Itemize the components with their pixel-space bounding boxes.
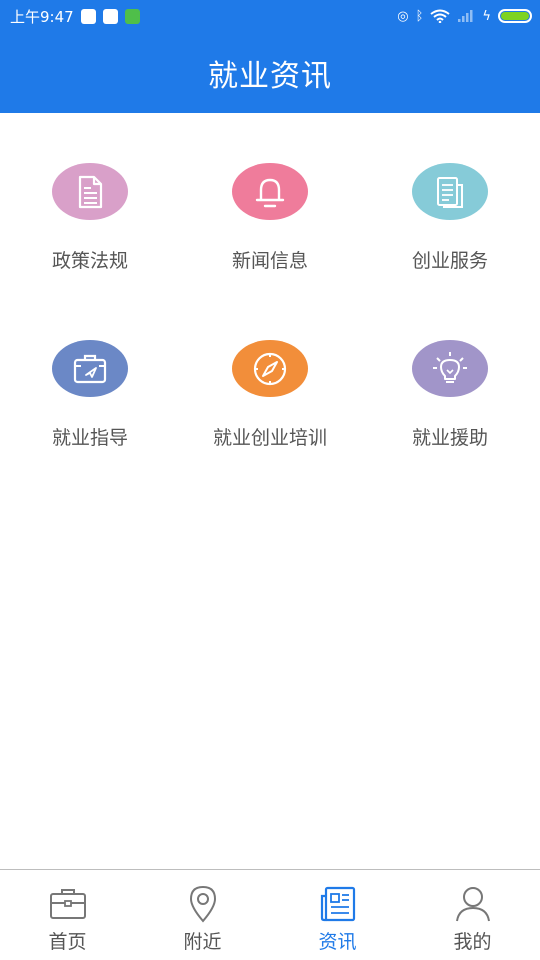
app-notification-icon <box>124 8 140 24</box>
menu-item-label: 创业服务 <box>411 250 488 272</box>
nav-item-home[interactable]: 首页 <box>0 870 135 960</box>
status-time: 上午9:47 <box>10 7 74 26</box>
files-icon <box>437 176 463 208</box>
menu-icon-circle <box>412 340 488 397</box>
bell-icon <box>255 178 285 207</box>
briefcase-icon <box>49 889 86 919</box>
menu-item-label: 新闻信息 <box>231 250 308 272</box>
compass-icon <box>253 352 287 385</box>
menu-icon-circle <box>232 340 308 397</box>
user-icon <box>455 887 490 922</box>
menu-item-label: 政策法规 <box>51 250 128 272</box>
document-icon <box>78 175 103 208</box>
briefcase-icon <box>73 354 107 383</box>
nav-label: 资讯 <box>318 931 357 953</box>
wifi-icon <box>430 9 451 23</box>
battery-level <box>501 12 529 20</box>
nav-item-nearby[interactable]: 附近 <box>135 870 270 960</box>
app-notification-icon <box>80 8 96 24</box>
battery-icon <box>498 9 532 23</box>
nav-label: 附近 <box>183 931 222 953</box>
nav-item-profile[interactable]: 我的 <box>405 870 540 960</box>
newspaper-icon <box>320 886 355 922</box>
menu-item-policy[interactable]: 政策法规 <box>0 113 180 273</box>
status-left: 上午9:47 <box>10 6 140 27</box>
lightbulb-icon <box>433 351 467 383</box>
page-title: 就业资讯 <box>208 58 332 94</box>
menu-item-label: 就业指导 <box>51 427 128 449</box>
signal-icon <box>458 10 473 22</box>
status-bar: 上午9:47 ◎ ᛒ ϟ <box>0 0 540 32</box>
nav-label: 首页 <box>48 931 87 953</box>
menu-icon-circle <box>232 163 308 220</box>
menu-item-assistance[interactable]: 就业援助 <box>360 290 540 450</box>
bluetooth-icon: ᛒ <box>415 8 424 24</box>
menu-item-startup[interactable]: 创业服务 <box>360 113 540 273</box>
alarm-icon: ◎ <box>397 8 409 24</box>
menu-item-guidance[interactable]: 就业指导 <box>0 290 180 450</box>
menu-item-news[interactable]: 新闻信息 <box>180 113 360 273</box>
menu-item-label: 就业援助 <box>411 427 488 449</box>
nav-item-news[interactable]: 资讯 <box>270 870 405 960</box>
menu-icon-circle <box>52 163 128 220</box>
menu-item-training[interactable]: 就业创业培训 <box>180 290 360 450</box>
location-pin-icon <box>189 885 216 923</box>
app-notification-icon <box>102 8 118 24</box>
header: 就业资讯 <box>0 32 540 113</box>
charging-icon: ϟ <box>482 8 491 24</box>
menu-icon-circle <box>52 340 128 397</box>
status-right: ◎ ᛒ ϟ <box>397 9 532 24</box>
menu-icon-circle <box>412 163 488 220</box>
menu-item-label: 就业创业培训 <box>212 427 327 449</box>
bottom-nav: 首页 附近 资讯 我的 <box>0 869 540 960</box>
nav-label: 我的 <box>453 931 492 953</box>
